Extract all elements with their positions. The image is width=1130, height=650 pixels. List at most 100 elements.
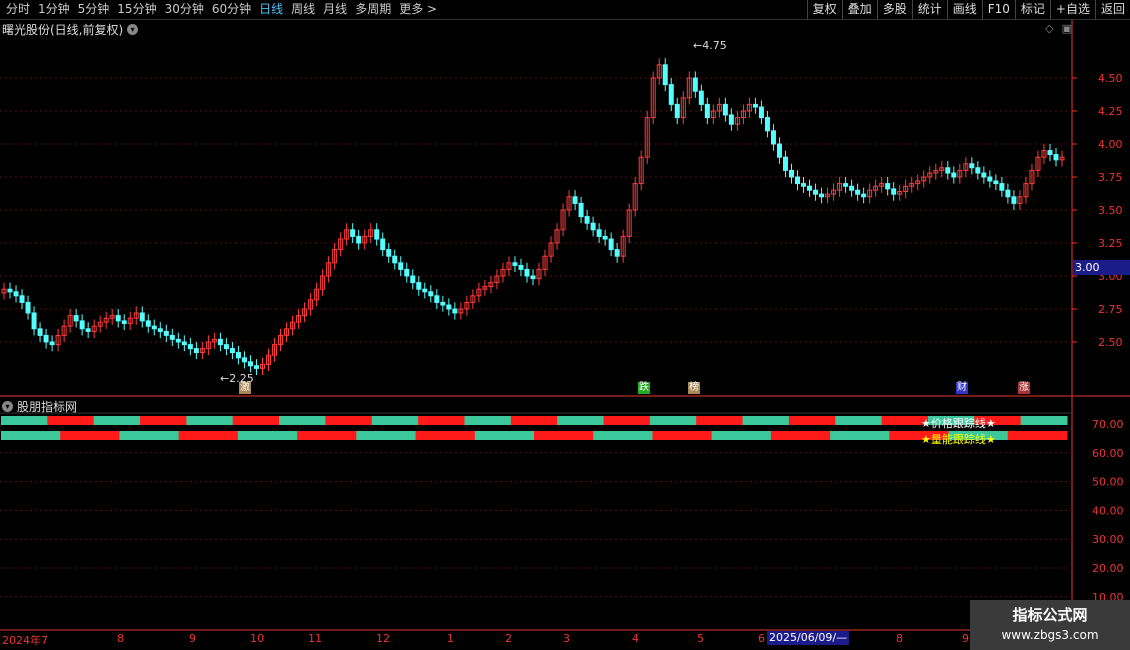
candle-body [139, 312, 145, 322]
indicator-band-segment [140, 416, 187, 425]
month-label: 9 [189, 632, 196, 645]
indicator-band-segment [830, 431, 890, 440]
candle-body [969, 163, 975, 169]
candle-body [1053, 154, 1059, 161]
indicator-band-segment [47, 416, 95, 425]
candle-body [350, 229, 356, 237]
candle-body [692, 77, 698, 92]
candle-body [951, 172, 957, 178]
indicator-title: 股朋指标网 [17, 400, 78, 414]
indicator-band-segment [835, 416, 883, 425]
candle-body [758, 106, 764, 119]
kline-chart: 4.50 4.25 4.00 3.75 3.50 3.25 3.00 2.75 2.50 70.0… [0, 20, 1130, 631]
candle-body [79, 320, 85, 330]
legend-volume-line: ★量能跟踪线★ [921, 433, 996, 446]
candle-body [7, 288, 13, 293]
candle-body [975, 167, 981, 174]
candle-body [704, 103, 710, 119]
candle-body [115, 315, 121, 322]
watermark-title: 指标公式网 [1012, 606, 1088, 624]
candle-body [608, 238, 614, 251]
candle-body [416, 282, 422, 290]
price-tick-label: 3.50 [1098, 204, 1123, 217]
indicator-tick-label: 20.00 [1092, 562, 1124, 575]
candle-body [247, 361, 253, 367]
candle-body [524, 268, 530, 277]
candle-body [843, 183, 849, 187]
candle-body [73, 315, 79, 322]
indicator-band-segment [1007, 431, 1068, 440]
candle-body [596, 229, 602, 237]
candle-body [999, 183, 1005, 191]
indicator-band-segment [652, 431, 713, 440]
candle-body [861, 193, 867, 198]
indicator-band-segment [1, 416, 48, 425]
candle-body [169, 334, 175, 340]
event-marker-die[interactable]: 跌 [638, 382, 650, 394]
indicator-tick-label: 30.00 [1092, 533, 1124, 546]
month-label: 3 [563, 632, 570, 645]
candle-body [422, 288, 428, 293]
month-label: 12 [376, 632, 390, 645]
candle-body [404, 268, 410, 277]
candle-body [163, 330, 169, 336]
indicator-band-segment [510, 416, 558, 425]
indicator-tick-label: 40.00 [1092, 504, 1124, 517]
month-label: 1 [447, 632, 454, 645]
candle-body [356, 235, 362, 244]
candle-body [235, 352, 241, 359]
indicator-band-segment [418, 416, 465, 425]
candle-body [885, 183, 891, 190]
month-label: 8 [117, 632, 124, 645]
candle-body [855, 189, 861, 195]
month-label: 8 [896, 632, 903, 645]
watermark: 指标公式网 www.zbgs3.com [970, 600, 1130, 650]
candle-body [217, 338, 223, 346]
indicator-band-segment [464, 416, 512, 425]
candle-body [584, 216, 590, 224]
indicator-band-segment [770, 431, 831, 440]
candle-body [25, 301, 31, 314]
event-marker-cai[interactable]: 财 [956, 382, 968, 394]
candle-body [410, 275, 416, 284]
price-tick-label: 4.50 [1098, 72, 1123, 85]
indicator-band-segment [232, 416, 280, 425]
event-marker-bang[interactable]: 榜 [688, 382, 700, 394]
candle-body [374, 229, 380, 240]
chevron-down-icon[interactable]: ▾ [2, 401, 13, 412]
price-tick-label: 3.25 [1098, 237, 1123, 250]
candle-body [981, 172, 987, 178]
high-price-label: ←4.75 [693, 39, 727, 52]
indicator-tick-label: 50.00 [1092, 476, 1124, 489]
watermark-url: www.zbgs3.com [1001, 628, 1099, 642]
price-tick-label: 3.75 [1098, 171, 1123, 184]
candle-body [193, 348, 199, 354]
month-label: 9 [962, 632, 969, 645]
indicator-band-segment [557, 416, 605, 425]
candle-body [121, 320, 127, 325]
event-marker-ji[interactable]: 激 [239, 382, 251, 394]
candle-body [1011, 196, 1017, 204]
candle-body [987, 176, 993, 182]
candle-body [428, 291, 434, 297]
candle-body [807, 185, 813, 191]
month-label: 2 [505, 632, 512, 645]
candle-body [187, 344, 193, 350]
indicator-band-segment [742, 416, 790, 425]
price-tick-label: 2.75 [1098, 303, 1123, 316]
candle-body [891, 188, 897, 195]
candle-body [668, 84, 674, 105]
candle-body [572, 196, 578, 204]
candle-body [674, 103, 680, 119]
indicator-band-segment [474, 431, 535, 440]
event-marker-zhang[interactable]: 涨 [1018, 382, 1030, 394]
month-label: 11 [308, 632, 322, 645]
candle-body [1047, 150, 1053, 156]
candle-body [43, 334, 49, 343]
candle-body [380, 238, 386, 251]
candle-body [698, 90, 704, 105]
indicator-band-segment [325, 416, 373, 425]
indicator-band-segment [93, 416, 141, 425]
candle-body [446, 304, 452, 310]
candle-body [229, 348, 235, 354]
